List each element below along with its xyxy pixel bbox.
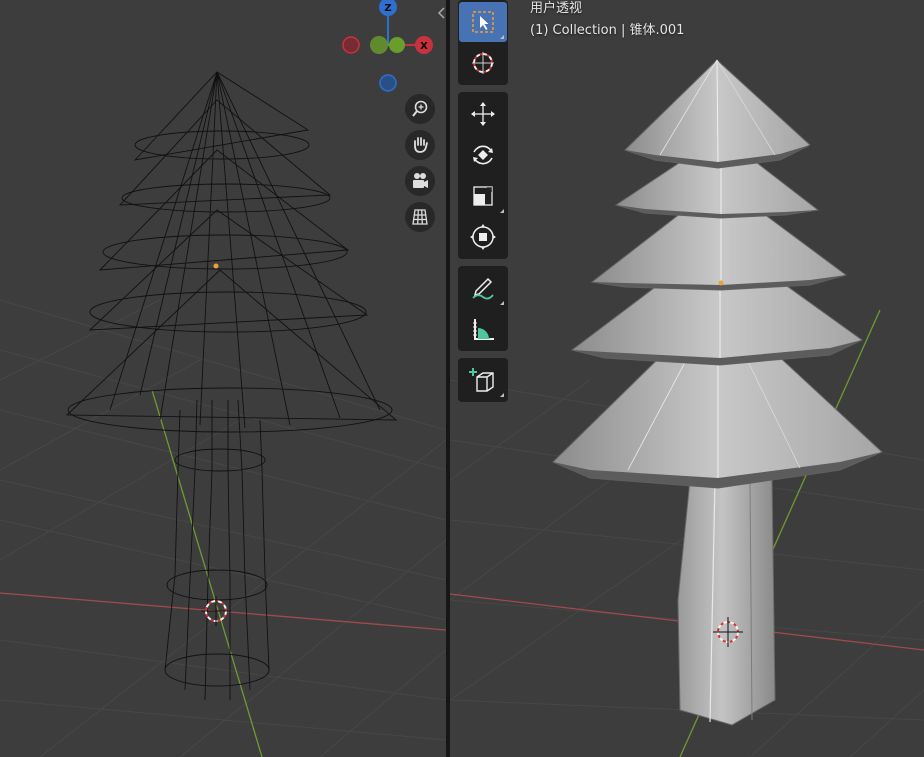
scale-icon [473, 186, 493, 206]
measure-tool[interactable] [459, 309, 507, 349]
y-axis-line [151, 389, 263, 757]
cursor-tool[interactable] [459, 43, 507, 83]
rotate-tool[interactable] [459, 135, 507, 175]
viewport-wireframe[interactable]: Z X [0, 0, 446, 757]
camera-icon [413, 173, 428, 188]
scale-tool[interactable] [459, 176, 507, 216]
solid-scene[interactable] [450, 0, 924, 757]
annotate-tool-group [458, 266, 508, 351]
cursor-icon [472, 52, 494, 74]
gizmo-neg-y [370, 36, 388, 54]
view-name-label: 用户透视 [530, 1, 583, 16]
move-tool[interactable] [459, 94, 507, 134]
rotate-icon [473, 145, 493, 165]
select-box-icon [472, 11, 494, 33]
add-cube-icon [469, 368, 494, 392]
gizmo-z-label: Z [384, 3, 391, 14]
zoom-icon [412, 100, 428, 117]
add-tool-group [458, 358, 508, 402]
tool-shelf [458, 0, 508, 409]
gizmo-neg-x [342, 36, 360, 54]
view-info-label: (1) Collection | 锥体.001 [530, 23, 685, 38]
annotate-tool[interactable] [459, 268, 507, 308]
transform-tool-group [458, 92, 508, 259]
trunk [677, 479, 776, 726]
select-box-tool[interactable] [459, 2, 507, 42]
grid-icon [412, 209, 428, 225]
toggle-projection-button[interactable] [405, 202, 435, 232]
origin-dot [718, 280, 724, 286]
floor-grid [0, 299, 446, 757]
annotate-icon [472, 277, 494, 300]
origin-dot [213, 263, 219, 269]
add-cube-tool[interactable] [459, 360, 507, 400]
zoom-button[interactable] [405, 94, 435, 124]
select-tool-group [458, 0, 508, 85]
transform-tool[interactable] [459, 217, 507, 257]
pan-button[interactable] [405, 130, 435, 160]
navigation-gizmo[interactable]: Z X [335, 0, 435, 100]
move-icon [471, 102, 495, 126]
transform-icon [470, 224, 496, 250]
gizmo-neg-z [379, 74, 397, 92]
3d-cursor-left [201, 596, 231, 626]
collapse-sidebar-icon[interactable] [437, 6, 446, 20]
tree-wireframe [65, 71, 398, 701]
viewport-solid[interactable]: 用户透视 (1) Collection | 锥体.001 [450, 0, 924, 757]
camera-view-button[interactable] [405, 166, 435, 196]
measure-icon [473, 319, 494, 340]
wireframe-scene[interactable] [0, 0, 446, 757]
gizmo-x-label: X [420, 41, 428, 52]
tree-solid [552, 59, 883, 726]
pan-hand-icon [414, 137, 428, 153]
gizmo-y [389, 37, 405, 53]
